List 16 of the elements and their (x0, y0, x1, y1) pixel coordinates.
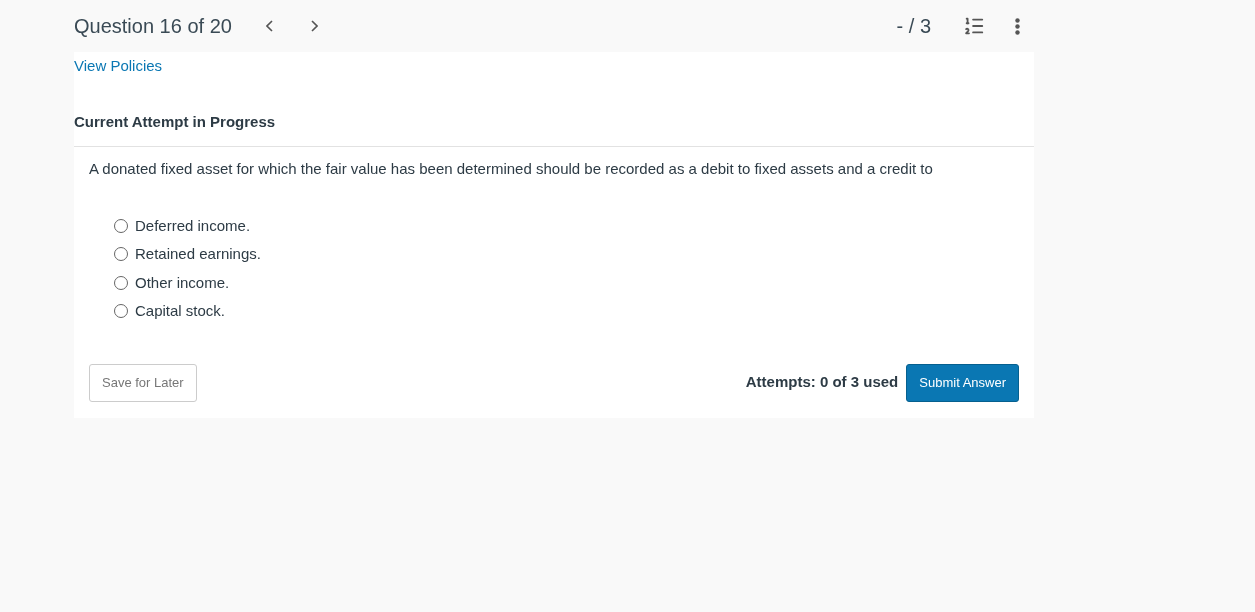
question-counter: Question 16 of 20 (74, 14, 232, 39)
chevron-right-icon (310, 20, 318, 32)
answer-option[interactable]: Deferred income. (114, 214, 1034, 237)
answer-option[interactable]: Capital stock. (114, 300, 1034, 323)
view-policies-link[interactable]: View Policies (74, 57, 163, 74)
answer-option[interactable]: Retained earnings. (114, 243, 1034, 266)
attempts-counter: Attempts: 0 of 3 used (745, 372, 899, 393)
vertical-dots-icon (1015, 17, 1020, 35)
chevron-left-icon (265, 20, 273, 32)
score: - / 3 (896, 14, 931, 39)
submit-answer-button[interactable]: Submit Answer (906, 363, 1019, 402)
answer-option[interactable]: Other income. (114, 271, 1034, 294)
save-for-later-button[interactable]: Save for Later (89, 363, 197, 402)
numbered-list-icon (963, 15, 985, 37)
question-text: A donated fixed asset for which the fair value has been determined should be recorded as a debit to fixed assets and a credit to (89, 159, 934, 179)
attempt-heading: Current Attempt in Progress (74, 113, 276, 130)
